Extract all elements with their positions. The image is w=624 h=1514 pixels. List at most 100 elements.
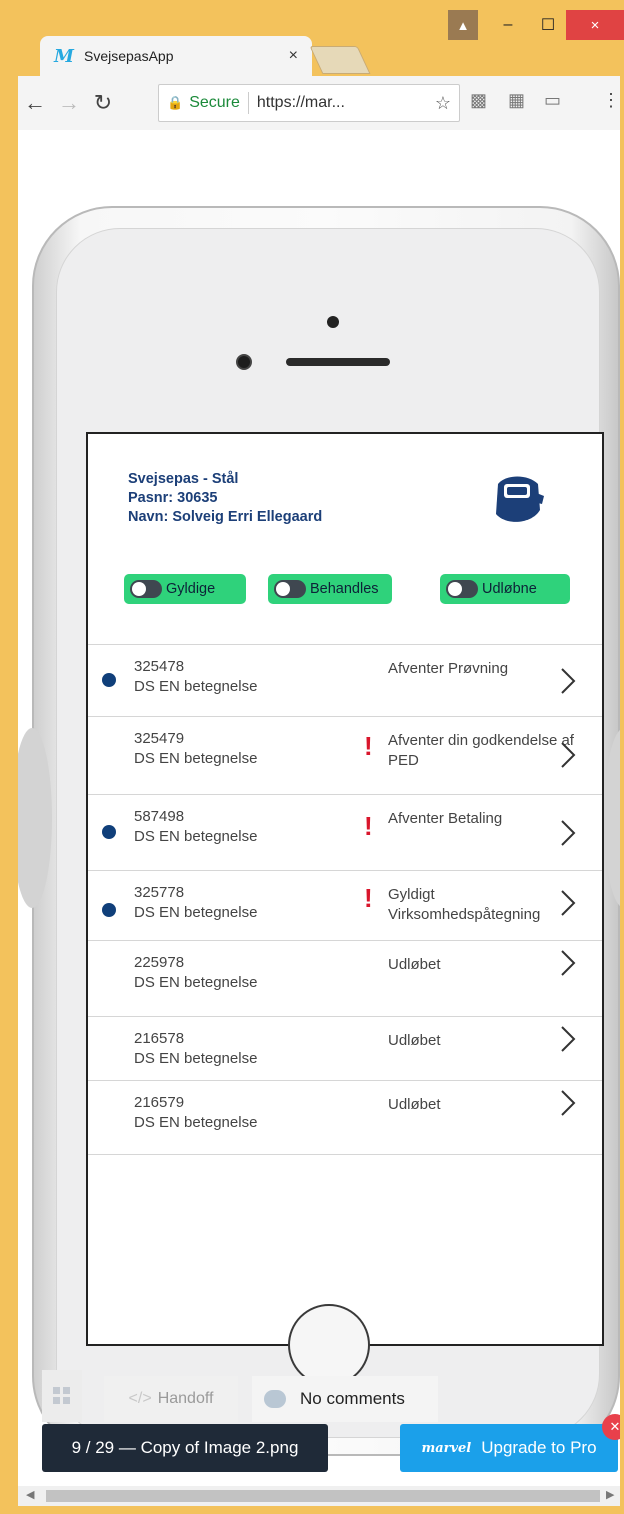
holder-name: Navn: Solveig Erri Ellegaard	[128, 509, 323, 525]
filter-toggle-gyldige[interactable]: Gyldige	[124, 574, 246, 604]
marvel-logo-icon: marvel	[421, 1440, 472, 1456]
page-viewport: Svejsepas - Stål Pasnr: 30635 Navn: Solv…	[18, 130, 620, 1486]
list-item[interactable]: 325478 DS EN betegnelse Afventer Prøvnin…	[88, 645, 602, 717]
item-subtitle: DS EN betegnelse	[134, 974, 258, 991]
toggle-switch-icon	[274, 580, 306, 598]
item-number: 216578	[134, 1030, 185, 1047]
list-item[interactable]: 325778 DS EN betegnelse ! Gyldigt Virkso…	[88, 871, 602, 941]
unread-dot	[102, 825, 116, 839]
side-button	[18, 728, 52, 908]
toggle-switch-icon	[130, 580, 162, 598]
scroll-left-icon[interactable]: ◀	[26, 1488, 34, 1501]
handoff-button[interactable]: </> Handoff	[104, 1376, 238, 1422]
divider	[247, 92, 249, 114]
page-indicator: 9 / 29 — Copy of Image 2.png	[42, 1424, 328, 1472]
profile-icon[interactable]: ▲	[448, 10, 478, 40]
list-item[interactable]: 216578 DS EN betegnelse Udløbet	[88, 1017, 602, 1081]
front-camera	[236, 354, 252, 370]
chevron-right-icon[interactable]	[558, 889, 578, 917]
toggle-switch-icon	[446, 580, 478, 598]
browser-tab[interactable]: M SvejsepasApp ×	[40, 36, 312, 76]
app-screen: Svejsepas - Stål Pasnr: 30635 Navn: Solv…	[86, 432, 604, 1346]
pass-header: Svejsepas - Stål Pasnr: 30635 Navn: Solv…	[128, 470, 322, 527]
earpiece-speaker	[286, 358, 390, 366]
upgrade-button[interactable]: marvel Upgrade to Pro	[400, 1424, 618, 1472]
list-item[interactable]: 587498 DS EN betegnelse ! Afventer Betal…	[88, 795, 602, 871]
marvel-logo-icon: M	[54, 45, 74, 67]
code-icon: </>	[128, 1390, 152, 1407]
handoff-label: Handoff	[157, 1390, 214, 1407]
chevron-right-icon[interactable]	[558, 667, 578, 695]
item-number: 325478	[134, 658, 185, 675]
item-number: 325479	[134, 730, 185, 747]
bookmark-star-icon[interactable]: ☆	[435, 93, 451, 114]
maximize-button[interactable]: ☐	[530, 10, 566, 40]
secure-label: Secure	[189, 94, 240, 111]
side-button	[604, 728, 620, 908]
filter-label: Behandles	[310, 581, 379, 597]
list-item[interactable]: 225978 DS EN betegnelse Udløbet	[88, 941, 602, 1017]
item-status: Udløbet	[388, 956, 441, 973]
screens-grid-icon[interactable]	[42, 1370, 82, 1422]
menu-icon[interactable]: ⋮	[602, 90, 620, 111]
filter-toggle-behandles[interactable]: Behandles	[268, 574, 392, 604]
address-bar[interactable]: 🔒 Secure https://mar... ☆	[158, 84, 460, 122]
pass-type: Svejsepas - Stål	[128, 471, 239, 487]
phone-mockup: Svejsepas - Stål Pasnr: 30635 Navn: Solv…	[18, 206, 620, 1456]
home-button	[288, 1304, 370, 1386]
chevron-right-icon[interactable]	[558, 1025, 578, 1053]
back-icon[interactable]: ←	[18, 90, 52, 116]
lock-icon: 🔒	[167, 95, 184, 110]
list-item[interactable]: 216579 DS EN betegnelse Udløbet	[88, 1081, 602, 1155]
scroll-right-icon[interactable]: ▶	[606, 1488, 614, 1501]
item-subtitle: DS EN betegnelse	[134, 750, 258, 767]
new-tab-button[interactable]	[309, 46, 371, 74]
item-subtitle: DS EN betegnelse	[134, 828, 258, 845]
forward-icon[interactable]: →	[52, 90, 86, 116]
welding-helmet-icon	[496, 476, 544, 522]
chevron-right-icon[interactable]	[558, 1089, 578, 1117]
unread-dot	[102, 673, 116, 687]
scrollbar-thumb[interactable]	[46, 1490, 600, 1502]
pass-list: 325478 DS EN betegnelse Afventer Prøvnin…	[88, 644, 602, 1155]
item-number: 325778	[134, 884, 185, 901]
cast-icon[interactable]: ▩	[470, 90, 487, 111]
item-number: 216579	[134, 1094, 185, 1111]
item-status: Afventer Betaling	[388, 810, 503, 827]
url-text[interactable]: https://mar...	[257, 94, 435, 112]
filter-toggle-udlobne[interactable]: Udløbne	[440, 574, 570, 604]
item-subtitle: DS EN betegnelse	[134, 904, 258, 921]
item-number: 225978	[134, 954, 185, 971]
chevron-right-icon[interactable]	[558, 819, 578, 847]
item-status: Gyldigt Virksomhedspåtegning	[388, 886, 541, 923]
close-window-button[interactable]: ×	[566, 10, 624, 40]
pdf-icon[interactable]: ▦	[508, 90, 525, 111]
filter-label: Udløbne	[482, 581, 537, 597]
comment-bubble-icon	[264, 1390, 286, 1408]
unread-dot	[102, 903, 116, 917]
list-item[interactable]: 325479 DS EN betegnelse ! Afventer din g…	[88, 717, 602, 795]
filter-bar: Gyldige Behandles Udløbne	[124, 574, 570, 604]
item-subtitle: DS EN betegnelse	[134, 1114, 258, 1131]
reload-icon[interactable]: ↻	[86, 90, 120, 116]
item-number: 587498	[134, 808, 185, 825]
horizontal-scrollbar[interactable]: ◀ ▶	[18, 1486, 620, 1506]
comments-label: No comments	[300, 1389, 405, 1408]
chevron-right-icon[interactable]	[558, 741, 578, 769]
comments-button[interactable]: No comments	[252, 1376, 438, 1422]
sensor-dot	[327, 316, 339, 328]
item-status: Afventer Prøvning	[388, 660, 509, 677]
pass-number: Pasnr: 30635	[128, 490, 218, 506]
tab-close-icon[interactable]: ×	[289, 47, 298, 65]
chevron-right-icon[interactable]	[558, 949, 578, 977]
item-subtitle: DS EN betegnelse	[134, 1050, 258, 1067]
browser-window: ▲ – ☐ × M SvejsepasApp × ← → ↻ 🔒 Secure …	[10, 0, 624, 1514]
filter-label: Gyldige	[166, 581, 216, 597]
extension-icon[interactable]: ▭	[544, 90, 561, 111]
item-subtitle: DS EN betegnelse	[134, 678, 258, 695]
alert-icon: !	[364, 811, 373, 841]
tab-title: SvejsepasApp	[84, 48, 174, 64]
title-bar: ▲ – ☐ × M SvejsepasApp ×	[10, 0, 624, 76]
minimize-button[interactable]: –	[490, 10, 526, 40]
upgrade-label: Upgrade to Pro	[481, 1438, 597, 1457]
